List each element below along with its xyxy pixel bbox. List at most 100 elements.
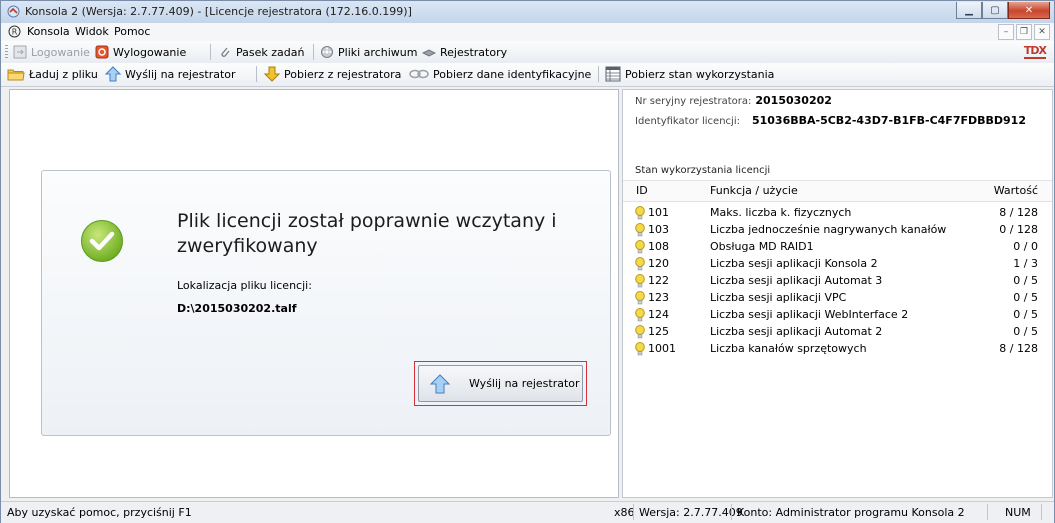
row-id: 125 <box>648 325 669 338</box>
maximize-button[interactable]: ▢ <box>982 2 1008 19</box>
send-button-highlight: Wyślij na rejestrator <box>414 361 587 406</box>
table-row[interactable]: 103 Liczba jednocześnie nagrywanych kanał… <box>623 222 1052 239</box>
bulb-icon <box>635 342 645 356</box>
row-function: Maks. liczba k. fizycznych <box>710 206 852 219</box>
menu-bar: R Konsola Widok Pomoc – ❐ ✕ <box>1 23 1054 42</box>
film-reel-icon <box>321 46 333 58</box>
license-info-panel: Nr seryjny rejestratora: 2015030202 Ident… <box>622 89 1053 498</box>
mdi-minimize-button[interactable]: – <box>998 24 1014 40</box>
download-from-recorder-button[interactable]: Pobierz z rejestratora <box>264 66 401 82</box>
download-usage-button[interactable]: Pobierz stan wykorzystania <box>605 66 774 82</box>
mdi-close-button[interactable]: ✕ <box>1034 24 1050 40</box>
recorders-button[interactable]: Rejestratory <box>422 44 507 60</box>
table-row[interactable]: 108 Obsługa MD RAID1 0 / 0 <box>623 239 1052 256</box>
row-id: 1001 <box>648 342 676 355</box>
archive-button[interactable]: Pliki archiwum <box>320 44 417 60</box>
send-button-label: Wyślij na rejestrator <box>469 377 580 390</box>
close-button[interactable]: ✕ <box>1008 2 1050 19</box>
menu-konsola[interactable]: Konsola <box>27 25 70 38</box>
menu-pomoc[interactable]: Pomoc <box>114 25 150 38</box>
status-account: Konto: Administrator programu Konsola 2 <box>737 506 965 519</box>
login-icon <box>13 45 27 59</box>
license-file-panel: Plik licencji został poprawnie wczytany … <box>9 89 619 498</box>
column-value[interactable]: Wartość <box>994 184 1038 197</box>
row-function: Liczba sesji aplikacji Konsola 2 <box>710 257 878 270</box>
row-id: 101 <box>648 206 669 219</box>
table-row[interactable]: 101 Maks. liczba k. fizycznych 8 / 128 <box>623 205 1052 222</box>
toolbar-grip[interactable] <box>5 45 8 59</box>
row-id: 124 <box>648 308 669 321</box>
table-row[interactable]: 125 Liczba sesji aplikacji Automat 2 0 / 5 <box>623 324 1052 341</box>
load-label: Ładuj z pliku <box>29 67 98 81</box>
arrow-up-icon <box>105 66 121 82</box>
row-function: Liczba sesji aplikacji Automat 2 <box>710 325 883 338</box>
send-label: Wyślij na rejestrator <box>125 67 236 81</box>
table-row[interactable]: 120 Liczba sesji aplikacji Konsola 2 1 / 3 <box>623 256 1052 273</box>
check-circle-icon <box>81 220 123 262</box>
send-to-recorder-big-button[interactable]: Wyślij na rejestrator <box>418 365 583 402</box>
logout-icon <box>95 45 109 59</box>
table-icon <box>605 66 621 82</box>
column-function[interactable]: Funkcja / użycie <box>710 184 798 197</box>
link-icon <box>409 69 429 79</box>
folder-icon <box>7 69 25 81</box>
download-label: Pobierz z rejestratora <box>284 67 402 81</box>
download-ident-button[interactable]: Pobierz dane identyfikacyjne <box>409 66 591 82</box>
load-from-file-button[interactable]: Ładuj z pliku <box>7 66 98 82</box>
row-id: 120 <box>648 257 669 270</box>
ident-label: Pobierz dane identyfikacyjne <box>433 67 592 81</box>
column-id[interactable]: ID <box>636 184 648 197</box>
menu-widok[interactable]: Widok <box>75 25 109 38</box>
taskbar-label: Pasek zadań <box>236 45 305 59</box>
usage-title: Stan wykorzystania licencji <box>635 165 771 176</box>
usage-table: 101 Maks. liczba k. fizycznych 8 / 128 103… <box>623 205 1052 358</box>
row-value: 1 / 3 <box>1013 257 1038 270</box>
arrow-down-icon <box>264 66 280 82</box>
row-function: Liczba sesji aplikacji VPC <box>710 291 847 304</box>
recorder-icon <box>422 49 436 57</box>
row-function: Liczba sesji aplikacji WebInterface 2 <box>710 308 909 321</box>
row-function: Liczba sesji aplikacji Automat 3 <box>710 274 883 287</box>
registered-icon[interactable]: R <box>8 25 21 38</box>
row-id: 103 <box>648 223 669 236</box>
status-bar: Aby uzyskać pomoc, przyciśnij F1 x86 Wer… <box>1 501 1054 523</box>
mdi-restore-button[interactable]: ❐ <box>1016 24 1032 40</box>
verification-card: Plik licencji został poprawnie wczytany … <box>41 170 611 436</box>
usage-label: Pobierz stan wykorzystania <box>625 67 775 81</box>
login-label: Logowanie <box>31 45 90 59</box>
license-id: Identyfikator licencji: 51036BBA-5CB2-43D… <box>635 114 1026 127</box>
license-toolbar: Ładuj z pliku Wyślij na rejestrator Pobi… <box>1 63 1054 87</box>
bulb-icon <box>635 274 645 288</box>
row-function: Liczba jednocześnie nagrywanych kanałów <box>710 223 947 236</box>
minimize-button[interactable]: ▁ <box>956 2 982 19</box>
row-function: Liczba kanałów sprzętowych <box>710 342 867 355</box>
serial-number: Nr seryjny rejestratora: 2015030202 <box>635 94 832 107</box>
recorders-label: Rejestratory <box>440 45 508 59</box>
taskbar-button[interactable]: Pasek zadań <box>218 44 304 60</box>
bulb-icon <box>635 308 645 322</box>
login-button[interactable]: Logowanie <box>13 44 90 60</box>
location-label: Lokalizacja pliku licencji: <box>177 279 312 292</box>
status-help: Aby uzyskać pomoc, przyciśnij F1 <box>7 506 192 519</box>
title-bar[interactable]: Konsola 2 (Wersja: 2.7.77.409) - [Licenc… <box>1 1 1054 23</box>
bulb-icon <box>635 291 645 305</box>
row-value: 8 / 128 <box>999 206 1038 219</box>
table-row[interactable]: 1001 Liczba kanałów sprzętowych 8 / 128 <box>623 341 1052 358</box>
row-id: 122 <box>648 274 669 287</box>
row-value: 0 / 0 <box>1013 240 1038 253</box>
table-row[interactable]: 124 Liczba sesji aplikacji WebInterface 2… <box>623 307 1052 324</box>
bulb-icon <box>635 206 645 220</box>
table-row[interactable]: 123 Liczba sesji aplikacji VPC 0 / 5 <box>623 290 1052 307</box>
bulb-icon <box>635 325 645 339</box>
table-row[interactable]: 122 Liczba sesji aplikacji Automat 3 0 / 5 <box>623 273 1052 290</box>
main-toolbar: Logowanie Wylogowanie Pasek zadań Pliki … <box>1 41 1054 64</box>
window-title: Konsola 2 (Wersja: 2.7.77.409) - [Licenc… <box>25 5 412 18</box>
usage-table-header: ID Funkcja / użycie Wartość <box>623 180 1052 202</box>
logout-button[interactable]: Wylogowanie <box>95 44 186 60</box>
send-to-recorder-button[interactable]: Wyślij na rejestrator <box>105 66 236 82</box>
verification-message: Plik licencji został poprawnie wczytany … <box>177 210 557 257</box>
serial-label: Nr seryjny rejestratora: <box>635 96 752 107</box>
status-arch: x86 <box>614 506 635 519</box>
row-value: 0 / 5 <box>1013 308 1038 321</box>
row-value: 0 / 5 <box>1013 325 1038 338</box>
